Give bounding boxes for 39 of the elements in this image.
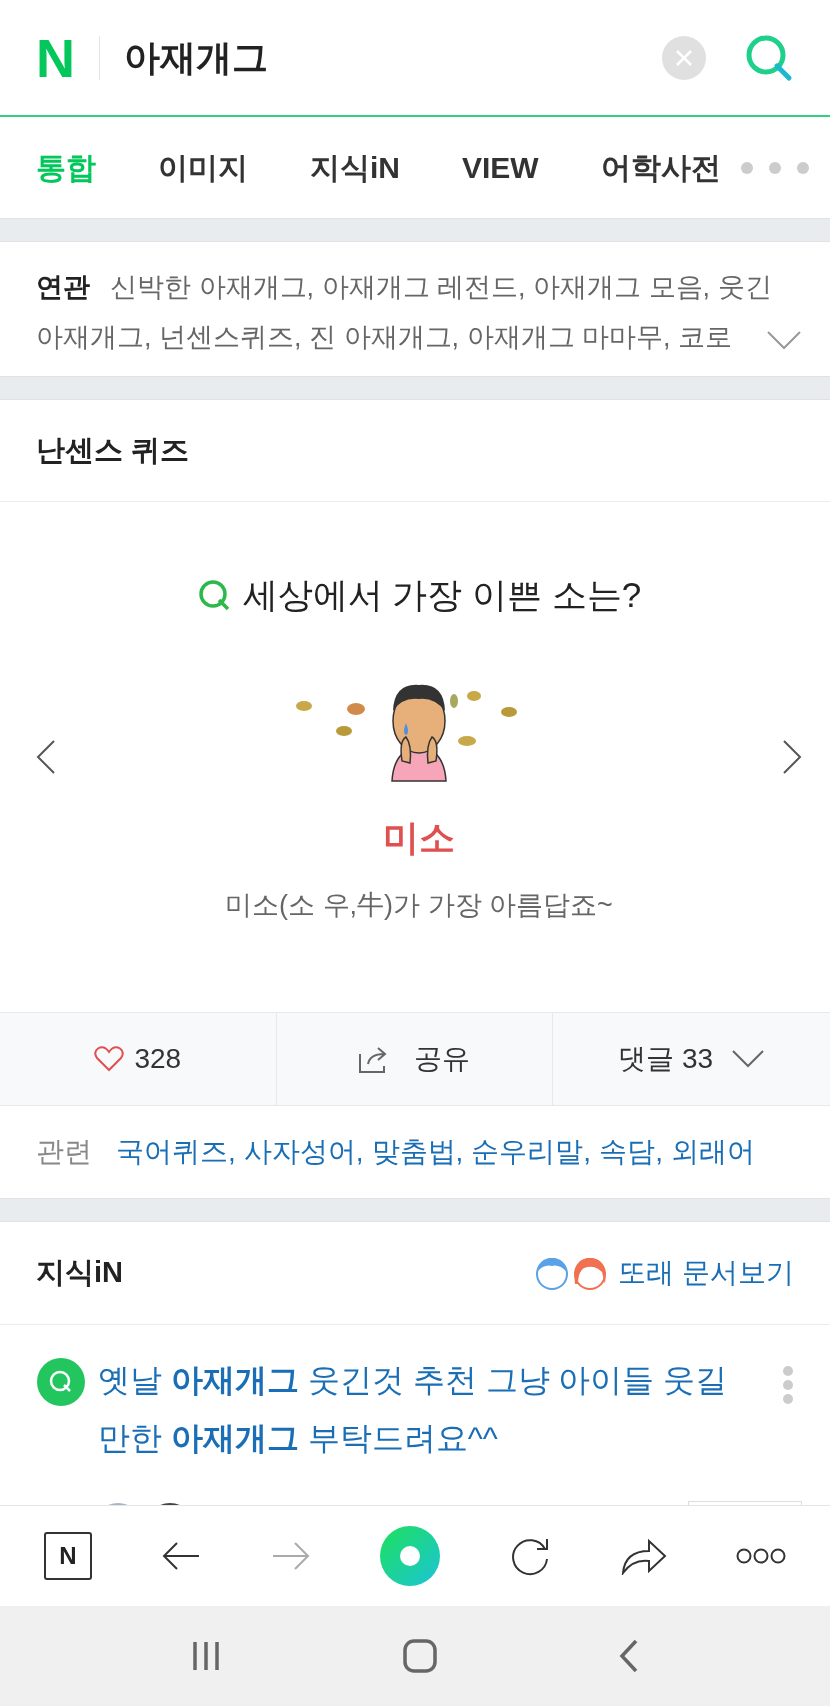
- search-field[interactable]: 아재개그: [124, 30, 662, 85]
- chevron-left-icon[interactable]: [36, 739, 56, 775]
- back-arrow-icon[interactable]: [161, 1540, 202, 1572]
- related-searches[interactable]: 아재개그, 넌센스퀴즈, 진 아재개그, 아재개그 마마무, 코로: [36, 316, 732, 358]
- related-link[interactable]: 외래어: [670, 1131, 755, 1173]
- like-button[interactable]: 328: [0, 1013, 277, 1105]
- nav-tab[interactable]: 지식iN: [310, 145, 400, 190]
- related-link[interactable]: 순우리말,: [471, 1131, 592, 1173]
- question-badge-icon: [36, 1357, 86, 1407]
- related-link[interactable]: 국어퀴즈,: [116, 1131, 236, 1173]
- recent-apps-icon[interactable]: [191, 1640, 221, 1672]
- chevron-down-icon[interactable]: [766, 330, 802, 350]
- nav-tab[interactable]: 이미지: [158, 145, 248, 190]
- naver-home-button[interactable]: N: [44, 1532, 92, 1580]
- nav-tab[interactable]: 어학사전: [600, 145, 721, 190]
- related-link[interactable]: 맞춤법,: [371, 1131, 464, 1173]
- section-title: 난센스 퀴즈: [36, 432, 190, 468]
- comments-button[interactable]: 댓글 33: [553, 1013, 830, 1105]
- more-icon[interactable]: [735, 1547, 786, 1565]
- related-label: 연관: [36, 270, 90, 304]
- related-link[interactable]: 속담,: [599, 1131, 663, 1173]
- question-icon: [196, 577, 231, 612]
- nav-tab[interactable]: VIEW: [462, 145, 539, 190]
- section-title: 지식iN: [36, 1255, 123, 1291]
- chevron-down-icon: [731, 1049, 766, 1069]
- share-button[interactable]: 공유: [276, 1013, 554, 1105]
- kin-question-link[interactable]: 옛날 아재개그 웃긴것 추천 그냥 아이들 웃길 만한 아재개그 부탁드려요^^: [98, 1351, 758, 1467]
- related-label: 관련: [36, 1135, 92, 1169]
- back-icon[interactable]: [619, 1639, 639, 1673]
- chevron-right-icon[interactable]: [782, 739, 802, 775]
- quiz-explanation: 미소(소 우,牛)가 가장 아름답죠~: [225, 889, 613, 922]
- peer-docs-link[interactable]: 또래 문서보기: [534, 1252, 794, 1294]
- home-icon[interactable]: [403, 1639, 437, 1673]
- related-searches[interactable]: 신박한 아재개그, 아재개그 레전드, 아재개그 모음, 웃긴: [110, 266, 772, 308]
- quiz-answer: 미소: [383, 816, 455, 860]
- quiz-question: 세상에서 가장 이쁜 소는?: [242, 573, 642, 616]
- heart-icon: [94, 1046, 125, 1072]
- share-arrow-icon[interactable]: [620, 1537, 667, 1575]
- related-link[interactable]: 사자성어,: [243, 1131, 364, 1173]
